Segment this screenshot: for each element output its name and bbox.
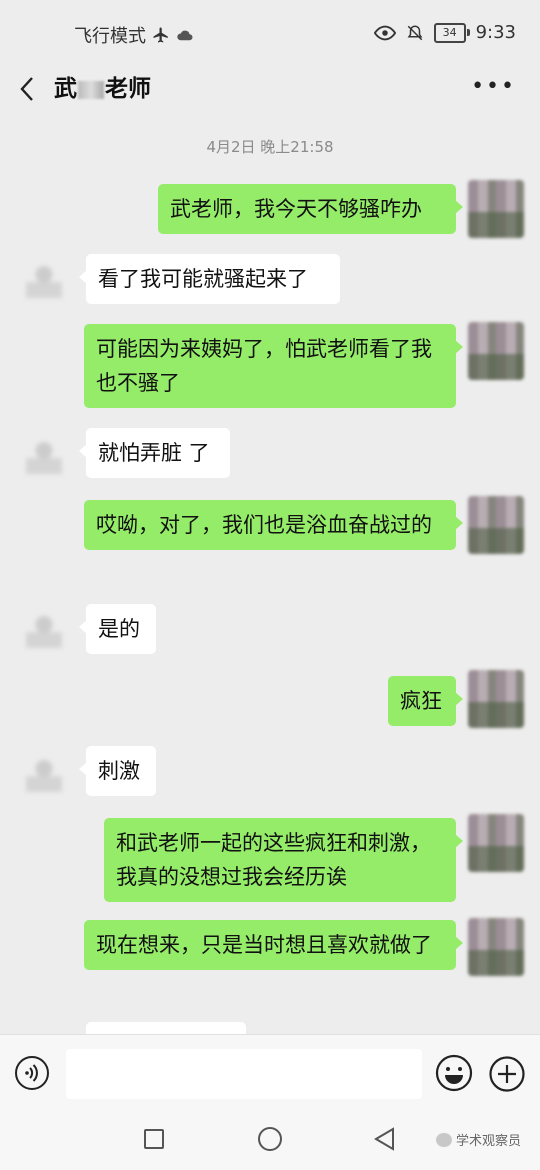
my-avatar[interactable] — [468, 670, 524, 728]
more-functions-button[interactable] — [488, 1055, 526, 1093]
message-bubble-sent[interactable]: 可能因为来姨妈了，怕武老师看了我也不骚了 — [84, 324, 463, 408]
my-avatar[interactable] — [468, 814, 524, 872]
system-nav-bar: 学术观察员 — [0, 1112, 540, 1170]
home-button[interactable] — [258, 1127, 282, 1151]
message-bubble-received[interactable]: 看了我可能就骚起来了 — [79, 254, 340, 304]
emoji-button[interactable] — [434, 1053, 474, 1093]
battery-level: 34 — [442, 26, 457, 39]
message-input[interactable] — [66, 1049, 422, 1099]
watermark: 学术观察员 — [436, 1130, 521, 1149]
contact-avatar[interactable] — [26, 262, 62, 298]
watermark-logo-icon — [436, 1132, 452, 1147]
airplane-icon — [153, 27, 168, 43]
voice-input-button[interactable] — [14, 1055, 50, 1091]
message-bubble-sent[interactable]: 哎呦，对了，我们也是浴血奋战过的 — [84, 500, 463, 550]
contact-avatar[interactable] — [26, 612, 62, 648]
message-bubble-sent[interactable]: 现在想来，只是当时想且喜欢就做了 — [84, 920, 463, 970]
emoji-icon — [435, 1054, 473, 1092]
message-bubble-received[interactable]: 是的 — [79, 604, 156, 654]
message-bubble-sent[interactable]: 疯狂 — [388, 676, 463, 726]
contact-avatar[interactable] — [26, 756, 62, 792]
clock: 9:33 — [475, 22, 516, 43]
message-bubble-sent[interactable]: 和武老师一起的这些疯狂和刺激，我真的没想过我会经历诶 — [104, 818, 463, 902]
message-bubble-partial — [86, 1022, 246, 1034]
message-bubble-received[interactable]: 就怕弄脏 了 — [79, 428, 230, 478]
cloud-icon — [177, 30, 193, 41]
input-bar — [0, 1034, 540, 1113]
my-avatar[interactable] — [468, 496, 524, 554]
plus-circle-icon — [489, 1056, 525, 1092]
voice-icon — [15, 1056, 49, 1090]
my-avatar[interactable] — [468, 322, 524, 380]
contact-avatar[interactable] — [26, 438, 62, 474]
chevron-left-icon — [20, 77, 33, 101]
airplane-mode-label: 飞行模式 — [74, 26, 146, 47]
recent-apps-button[interactable] — [144, 1129, 164, 1149]
message-timestamp: 4月2日 晚上21:58 — [206, 138, 334, 156]
nav-back-button[interactable] — [372, 1126, 398, 1152]
more-options-button[interactable]: ••• — [471, 74, 516, 99]
eye-icon — [373, 25, 396, 40]
status-bar: 飞行模式 34 9:33 — [0, 0, 540, 66]
redacted-block — [78, 80, 104, 99]
mute-bell-icon — [407, 24, 422, 40]
chat-header: 武老师 ••• — [0, 66, 540, 112]
back-button[interactable] — [12, 70, 42, 108]
message-bubble-sent[interactable]: 武老师，我今天不够骚咋办 — [158, 184, 463, 234]
battery-icon: 34 — [433, 22, 470, 43]
my-avatar[interactable] — [468, 180, 524, 238]
triangle-back-icon — [374, 1127, 394, 1151]
my-avatar[interactable] — [468, 918, 524, 976]
chat-title: 武老师 — [54, 76, 151, 102]
message-bubble-received[interactable]: 刺激 — [79, 746, 156, 796]
